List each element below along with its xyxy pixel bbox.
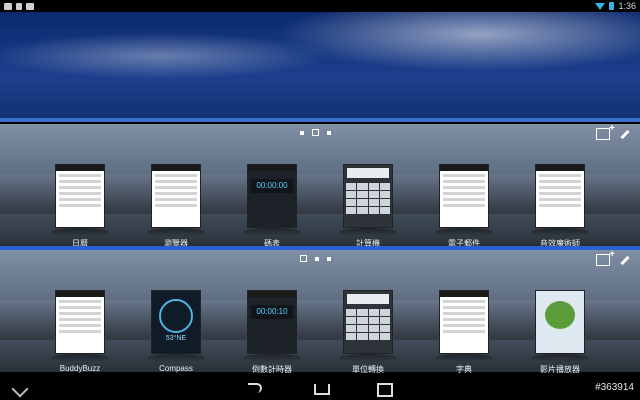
tile-dictionary[interactable]: 字典 <box>424 290 504 375</box>
tile-calculator[interactable]: 計算機 <box>328 164 408 249</box>
tile-compass[interactable]: 53°NE Compass <box>136 290 216 373</box>
tile-unit-converter[interactable]: 單位轉換 <box>328 290 408 375</box>
status-bar: 1:36 <box>0 0 640 12</box>
edit-icon[interactable] <box>620 255 630 266</box>
tile-stopwatch[interactable]: 00:00:00 碼表 <box>232 164 312 249</box>
recent-apps-icon[interactable] <box>376 381 393 397</box>
tile-label: Compass <box>159 364 193 373</box>
tile-calendar[interactable]: 日曆 <box>40 164 120 249</box>
wifi-icon <box>595 2 606 10</box>
pager-dot[interactable] <box>327 256 331 261</box>
tile-reflection <box>339 228 397 236</box>
tile-label: 倒數計時器 <box>252 365 292 374</box>
pager-dot[interactable] <box>327 130 331 135</box>
calculator-widget-thumb <box>343 164 393 228</box>
tile-video-player[interactable]: 影片播放器 <box>520 290 600 375</box>
tile-buddybuzz[interactable]: BuddyBuzz <box>40 290 120 373</box>
buddybuzz-widget-thumb <box>55 290 105 354</box>
tile-label: 單位轉換 <box>352 365 384 374</box>
add-widget-icon[interactable] <box>596 123 615 140</box>
pager-dots-top <box>300 129 331 136</box>
tile-browser[interactable]: 瀏覽器 <box>136 164 216 249</box>
compass-dial-icon <box>159 299 193 333</box>
tile-reflection <box>243 228 301 236</box>
tile-reflection <box>147 228 205 236</box>
tile-reflection <box>51 354 109 362</box>
watermark: #363914 <box>595 382 634 393</box>
home-icon[interactable] <box>312 381 330 395</box>
tile-label: BuddyBuzz <box>59 364 101 373</box>
tile-label: 影片播放器 <box>540 365 580 374</box>
widget-panel-bottom: BuddyBuzz 53°NE Compass 00:00:10 倒數計時器 單… <box>0 249 640 375</box>
pager-dot[interactable] <box>315 256 319 261</box>
tile-reflection <box>51 228 109 236</box>
notification-icon[interactable] <box>4 2 12 10</box>
email-widget-thumb <box>439 164 489 228</box>
browser-widget-thumb <box>151 164 201 228</box>
stopwatch-widget-thumb: 00:00:00 <box>247 164 297 228</box>
doc-icon[interactable] <box>16 2 22 10</box>
tile-reflection <box>147 354 205 362</box>
back-icon[interactable] <box>246 381 262 393</box>
edit-icon[interactable] <box>620 129 630 140</box>
compass-reading: 53°NE <box>165 335 187 342</box>
pager-dot-active[interactable] <box>312 129 319 136</box>
calendar-widget-thumb <box>55 164 105 228</box>
tile-reflection <box>339 354 397 362</box>
widget-panel-top: 日曆 瀏覽器 00:00:00 碼表 計算機 電子郵件 音效魔術師 <box>0 123 640 249</box>
tile-reflection <box>435 228 493 236</box>
tile-reflection <box>531 228 589 236</box>
timer-widget-thumb: 00:00:10 <box>247 290 297 354</box>
pager-dot-active[interactable] <box>300 255 307 262</box>
compass-widget-thumb: 53°NE <box>151 290 201 354</box>
audio-widget-thumb <box>535 164 585 228</box>
navigation-bar <box>0 376 640 400</box>
tile-reflection <box>243 354 301 362</box>
tree-image <box>545 301 575 329</box>
sky-strip <box>0 118 640 122</box>
pager-dot[interactable] <box>300 130 304 135</box>
add-widget-icon[interactable] <box>596 249 615 266</box>
tile-audio-wizard[interactable]: 音效魔術師 <box>520 164 600 249</box>
controller-icon[interactable] <box>26 2 34 10</box>
stopwatch-display: 00:00:00 <box>251 179 293 193</box>
tile-reflection <box>435 354 493 362</box>
timer-display: 00:00:10 <box>251 305 293 319</box>
video-widget-thumb <box>535 290 585 354</box>
converter-widget-thumb <box>343 290 393 354</box>
wallpaper-sky <box>0 12 640 122</box>
pager-dots-bottom <box>300 255 331 262</box>
tile-email[interactable]: 電子郵件 <box>424 164 504 249</box>
chevron-down-icon[interactable] <box>14 381 30 393</box>
tile-reflection <box>531 354 589 362</box>
tile-countdown-timer[interactable]: 00:00:10 倒數計時器 <box>232 290 312 375</box>
clock: 1:36 <box>618 1 636 11</box>
battery-icon <box>609 2 615 10</box>
tile-label: 字典 <box>456 365 472 374</box>
dictionary-widget-thumb <box>439 290 489 354</box>
